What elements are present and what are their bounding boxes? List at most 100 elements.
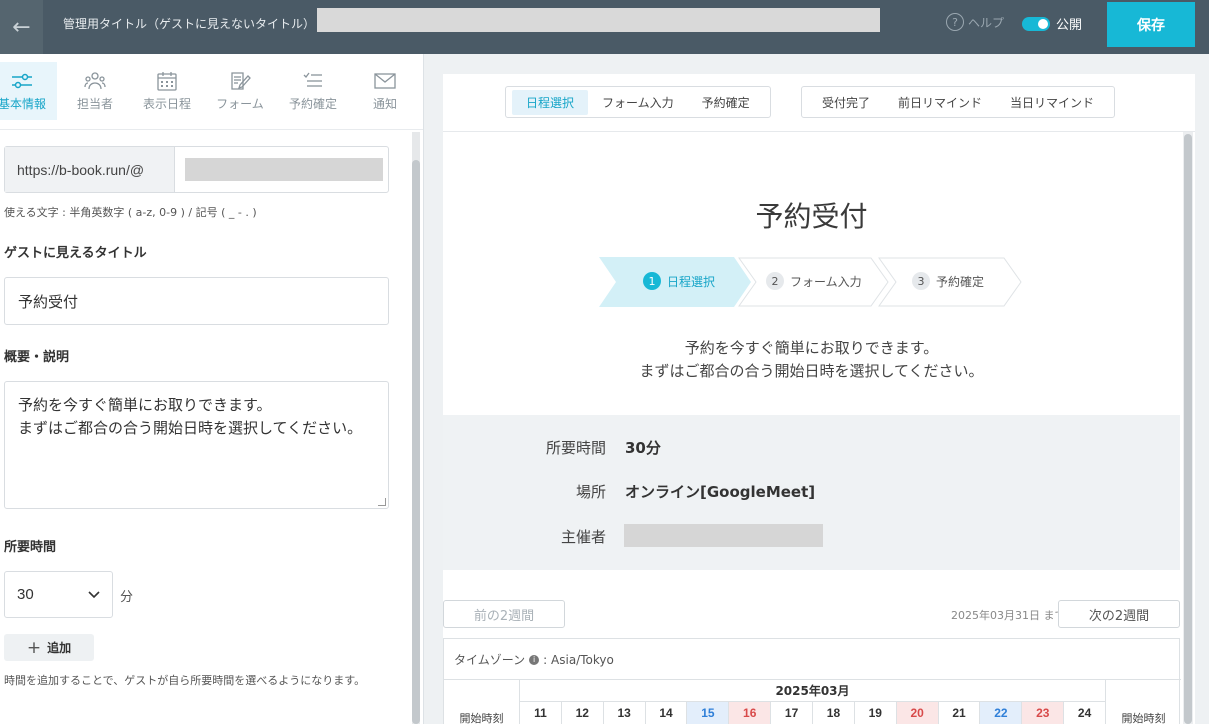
add-label: 追加 <box>47 641 72 655</box>
info-key: 所要時間 <box>545 439 606 457</box>
sliders-icon <box>12 73 32 88</box>
preview-title: 予約受付 <box>755 200 868 233</box>
tab-label: 通知 <box>372 96 397 111</box>
settings-panel: 基本情報 担当者 表示日程 フォーム 予約確定 通知 https://b-boo… <box>0 54 424 724</box>
tab-label: 表示日程 <box>142 96 191 111</box>
duration-select[interactable]: 30 <box>4 571 113 618</box>
preview-panel: 日程選択 フォーム入力 予約確定 受付完了 前日リマインド 当日リマインド 予約… <box>443 74 1195 724</box>
arrow-left-icon: ← <box>12 14 31 40</box>
calendar-grid: 開始時刻 2025年03月 11 12 13 14 15 16 17 18 19 20 21 22 23… <box>444 679 1181 724</box>
preview-tab-form[interactable]: フォーム入力 <box>588 90 688 115</box>
calendar-day[interactable]: 19 <box>855 702 897 724</box>
info-icon[interactable]: i <box>529 654 540 665</box>
calendar-icon <box>157 71 177 91</box>
add-duration-button[interactable]: + 追加 <box>4 634 94 661</box>
top-bar: ← 管理用タイトル（ゲストに見えないタイトル） ? ヘルプ 公開 保存 <box>0 0 1209 54</box>
public-toggle[interactable] <box>1022 16 1050 31</box>
left-scroll-thumb[interactable] <box>412 160 420 724</box>
tab-staff[interactable]: 担当者 <box>60 62 130 120</box>
preview-tabs-group-2: 受付完了 前日リマインド 当日リマインド <box>801 86 1116 118</box>
step-num: 2 <box>766 272 784 290</box>
calendar-day[interactable]: 22 <box>980 702 1023 724</box>
tab-schedule[interactable]: 表示日程 <box>132 62 202 120</box>
preview-tab-confirm[interactable]: 予約確定 <box>688 90 764 115</box>
preview-scroll-thumb[interactable] <box>1184 134 1192 724</box>
calendar-day[interactable]: 20 <box>896 702 939 724</box>
event-info: 所要時間 30分 場所 オンライン[GoogleMeet] 主催者 <box>443 415 1180 570</box>
admin-title-input[interactable] <box>317 8 880 32</box>
url-slug-input[interactable] <box>184 158 383 181</box>
preview-tab-complete[interactable]: 受付完了 <box>808 90 884 115</box>
calendar-day[interactable]: 18 <box>813 702 855 724</box>
preview-description: 予約を今すぐ簡単にお取りできます。 まずはご都合の合う開始日時を選択してください… <box>443 337 1180 383</box>
step-label: フォーム入力 <box>790 274 862 289</box>
desc-label: 概要・説明 <box>4 350 70 365</box>
preview-tab-same-day[interactable]: 当日リマインド <box>996 90 1108 115</box>
url-prefix: https://b-book.run/@ <box>5 147 175 192</box>
step-label: 予約確定 <box>936 274 985 289</box>
public-toggle-wrap[interactable]: 公開 <box>1022 14 1082 33</box>
preview-scrollbar[interactable] <box>1183 132 1193 724</box>
info-val: 30分 <box>625 439 661 457</box>
tab-confirm[interactable]: 予約確定 <box>278 62 348 120</box>
calendar-day[interactable]: 15 <box>687 702 730 724</box>
public-label: 公開 <box>1056 18 1083 33</box>
step-3: 3 予約確定 <box>912 272 984 290</box>
info-host-row: 主催者 <box>443 524 1180 550</box>
tab-label: 担当者 <box>76 96 113 111</box>
tab-basic-info[interactable]: 基本情報 <box>0 62 57 120</box>
mail-icon <box>374 72 396 89</box>
resize-handle[interactable] <box>378 498 386 506</box>
calendar-day[interactable]: 21 <box>939 702 981 724</box>
url-hint: 使える文字 : 半角英数字 ( a-z, 0-9 ) / 記号 ( _ - . … <box>4 206 257 219</box>
calendar-day[interactable]: 13 <box>604 702 646 724</box>
guest-title-input[interactable]: 予約受付 <box>4 277 389 325</box>
calendar-day[interactable]: 17 <box>771 702 814 724</box>
step-1: 1 日程選択 <box>643 272 715 290</box>
desc-textarea[interactable]: 予約を今すぐ簡単にお取りできます。 まずはご都合の合う開始日時を選択してください… <box>4 381 389 509</box>
tab-form[interactable]: フォーム <box>205 62 275 120</box>
info-key: 場所 <box>575 483 606 501</box>
timezone-value: : Asia/Tokyo <box>543 652 614 667</box>
step-num: 1 <box>643 272 661 290</box>
admin-title-label: 管理用タイトル（ゲストに見えないタイトル） <box>63 17 316 31</box>
info-key: 主催者 <box>560 528 606 546</box>
step-label: 日程選択 <box>667 274 716 289</box>
desc-text: 予約を今すぐ簡単にお取りできます。 まずはご都合の合う開始日時を選択してください… <box>18 396 363 437</box>
help-link[interactable]: ? ヘルプ <box>946 13 1004 31</box>
info-duration-row: 所要時間 30分 <box>443 437 1180 461</box>
until-label: 2025年03月31日 まで <box>951 609 1066 622</box>
preview-divider <box>443 131 1195 132</box>
help-icon: ? <box>946 13 964 31</box>
duration-unit: 分 <box>120 590 134 605</box>
save-button[interactable]: 保存 <box>1107 2 1195 47</box>
timezone-label: タイムゾーン <box>454 653 526 667</box>
next-weeks-button[interactable]: 次の2週間 <box>1058 600 1180 628</box>
help-label: ヘルプ <box>968 15 1005 30</box>
calendar-day[interactable]: 12 <box>562 702 604 724</box>
tab-notify[interactable]: 通知 <box>350 62 420 120</box>
calendar-day[interactable]: 14 <box>646 702 688 724</box>
desc-line-1: 予約を今すぐ簡単にお取りできます。 <box>684 339 939 357</box>
calendar-day[interactable]: 23 <box>1022 702 1065 724</box>
info-val: オンライン[GoogleMeet] <box>625 483 816 501</box>
tab-label: 予約確定 <box>288 96 337 111</box>
preview-tab-schedule[interactable]: 日程選択 <box>512 89 589 115</box>
step-2: 2 フォーム入力 <box>766 272 862 290</box>
calendar-month: 2025年03月 <box>520 680 1105 702</box>
host-name-redacted <box>624 524 823 547</box>
prev-weeks-button[interactable]: 前の2週間 <box>443 600 565 628</box>
back-button[interactable]: ← <box>0 0 43 54</box>
calendar-day[interactable]: 11 <box>520 702 562 724</box>
add-note: 時間を追加することで、ゲストが自ら所要時間を選べるようになります。 <box>4 674 366 687</box>
checklist-icon <box>303 72 322 87</box>
left-scrollbar[interactable] <box>412 132 420 724</box>
preview-tab-day-before[interactable]: 前日リマインド <box>884 90 996 115</box>
start-time-header-right: 開始時刻 <box>1105 680 1181 724</box>
calendar-day[interactable]: 16 <box>729 702 772 724</box>
step-num: 3 <box>912 272 930 290</box>
duration-label: 所要時間 <box>4 540 57 555</box>
calendar-day[interactable]: 24 <box>1064 702 1105 724</box>
tab-label: フォーム <box>216 96 264 111</box>
preview-tabs-group-1: 日程選択 フォーム入力 予約確定 <box>505 86 771 118</box>
